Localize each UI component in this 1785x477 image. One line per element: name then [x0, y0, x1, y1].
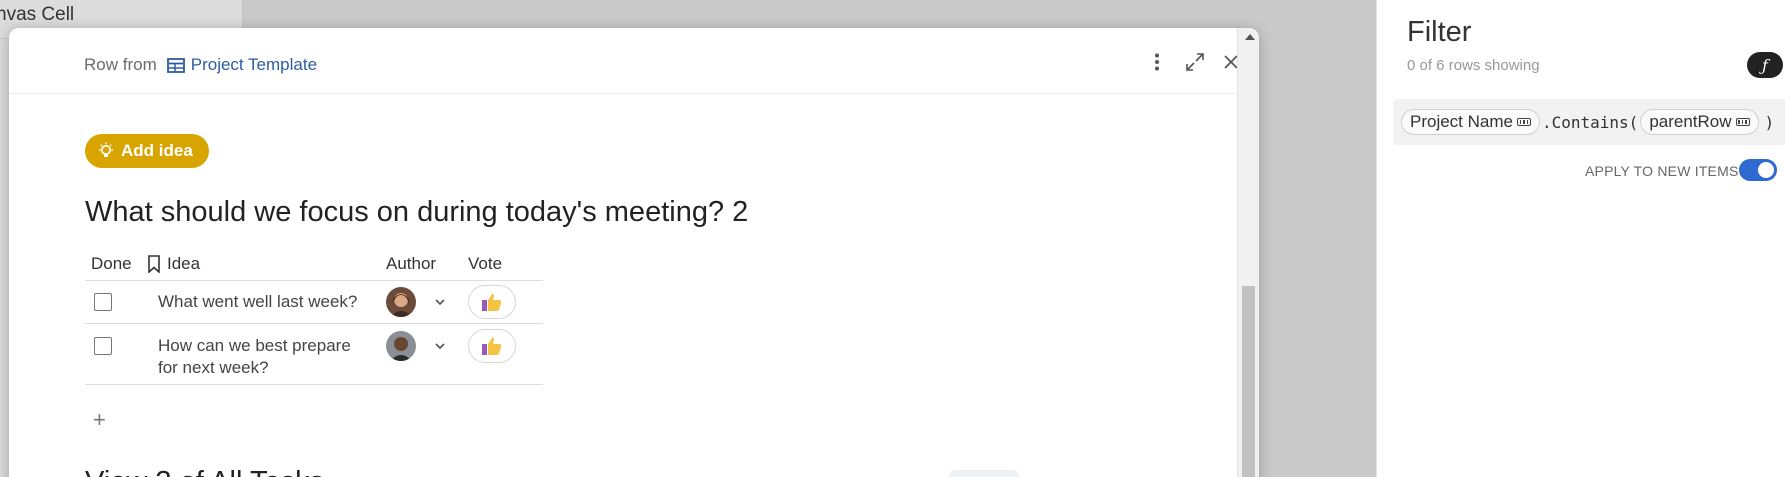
scroll-up-arrow-icon[interactable]	[1245, 34, 1255, 40]
apply-to-new-items-toggle[interactable]	[1739, 159, 1777, 181]
idea-text[interactable]: How can we best prepare for next week?	[158, 335, 358, 379]
chevron-down-icon[interactable]	[433, 295, 447, 309]
formula-method: .Contains(	[1541, 112, 1639, 132]
formula-fx-button[interactable]: ƒ	[1747, 52, 1783, 78]
thumbs-up-icon	[482, 337, 502, 355]
table-row: What went well last week?	[85, 281, 543, 324]
done-checkbox[interactable]	[94, 293, 112, 311]
rows-showing-count: 0 of 6 rows showing	[1407, 57, 1540, 74]
add-idea-button[interactable]: Add idea	[85, 134, 209, 168]
column-header-idea[interactable]: Idea	[147, 250, 200, 278]
table-link[interactable]: Project Template	[191, 55, 317, 75]
parent-row-chip[interactable]: parentRow	[1640, 109, 1759, 135]
filter-title: Filter	[1407, 16, 1472, 48]
apply-to-new-items-label: APPLY TO NEW ITEMS	[1585, 163, 1739, 179]
add-row-button[interactable]: +	[93, 409, 106, 431]
avatar[interactable]	[386, 331, 416, 361]
table-icon	[166, 57, 185, 73]
column-header-vote[interactable]: Vote	[468, 250, 502, 278]
column-chip-icon	[1735, 118, 1750, 126]
next-section-heading: View 3 of All Tasks	[85, 466, 324, 477]
modal-header: Row from Project Template	[9, 28, 1238, 94]
formula-close-paren: )	[1764, 112, 1775, 132]
vote-button[interactable]	[468, 329, 516, 363]
filter-formula[interactable]: Project Name .Contains( parentRow )	[1393, 99, 1785, 145]
lightbulb-icon	[99, 142, 113, 157]
scrollbar-thumb[interactable]	[1242, 286, 1255, 477]
column-chip-icon	[1516, 118, 1531, 126]
add-idea-label: Add idea	[121, 141, 193, 160]
vote-button[interactable]	[468, 285, 516, 319]
background-title: nvas Cell	[0, 4, 75, 25]
chevron-down-icon[interactable]	[433, 339, 447, 353]
toggle-knob	[1758, 162, 1774, 178]
column-header-author[interactable]: Author	[386, 250, 436, 278]
table-row: How can we best prepare for next week?	[85, 325, 543, 385]
page-title: What should we focus on during today's m…	[85, 196, 749, 228]
filter-panel: Filter 0 of 6 rows showing ƒ Project Nam…	[1376, 0, 1785, 477]
expand-icon[interactable]	[1181, 48, 1209, 76]
modal-scrollbar[interactable]	[1237, 28, 1259, 477]
row-from-label: Row from	[84, 55, 157, 74]
row-source: Row from Project Template	[84, 55, 317, 75]
row-detail-modal: Row from Project Template Add idea What …	[9, 28, 1259, 477]
project-name-chip[interactable]: Project Name	[1401, 109, 1540, 135]
bookmark-icon	[148, 255, 160, 273]
column-header-done[interactable]: Done	[91, 250, 132, 278]
thumbs-up-icon	[482, 293, 502, 311]
idea-text[interactable]: What went well last week?	[158, 291, 358, 313]
avatar[interactable]	[386, 287, 416, 317]
view-options-button[interactable]	[949, 470, 1019, 477]
more-vertical-icon[interactable]	[1143, 48, 1171, 76]
done-checkbox[interactable]	[94, 337, 112, 355]
